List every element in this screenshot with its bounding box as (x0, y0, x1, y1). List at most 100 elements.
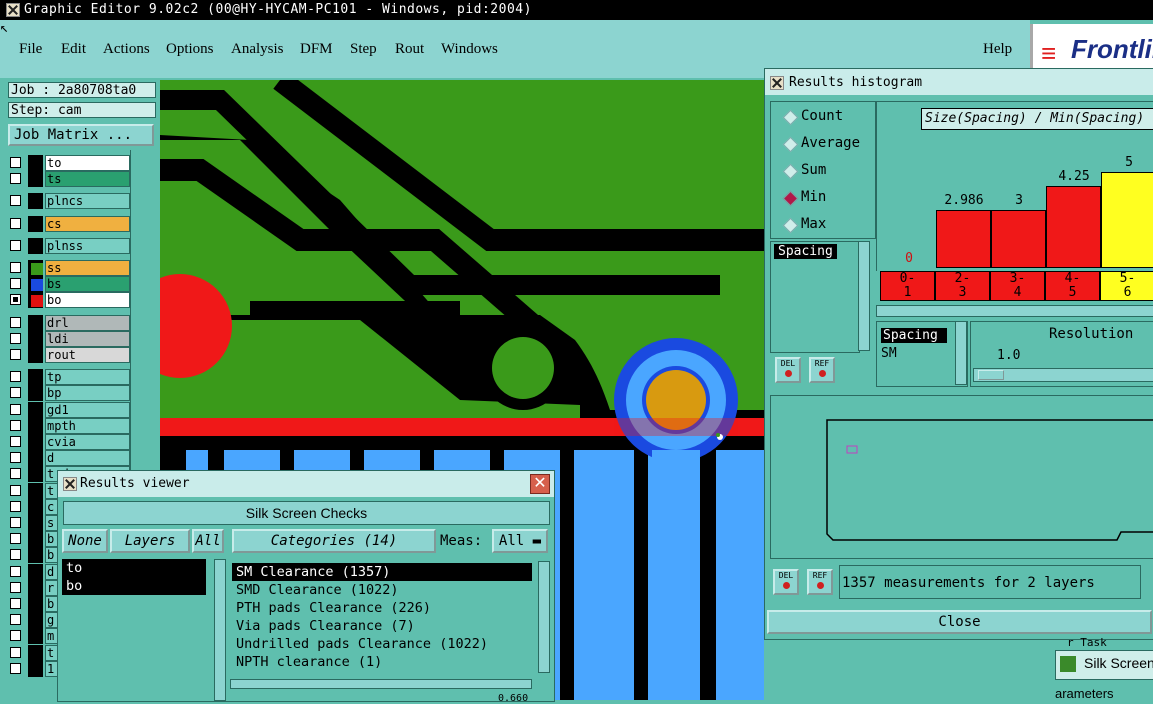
layer-color-swatch[interactable] (28, 579, 43, 596)
menu-help[interactable]: Help (983, 41, 1012, 58)
layer-color-swatch[interactable] (28, 347, 43, 363)
layer-color-swatch[interactable] (28, 547, 43, 564)
layer-row-plnss[interactable]: plnss (10, 237, 130, 254)
layer-name[interactable]: plncs (45, 193, 130, 210)
layer-row-cs[interactable]: cs (10, 215, 130, 232)
field-list[interactable]: Spacing (770, 241, 860, 353)
layer-checkbox[interactable] (10, 419, 21, 431)
layers-button[interactable]: Layers (110, 529, 190, 553)
ref-button-2[interactable]: REF (807, 569, 833, 595)
layer-name[interactable]: plnss (45, 237, 130, 254)
layer-checkbox[interactable] (10, 452, 21, 464)
list-item[interactable]: to (62, 559, 206, 577)
layer-checkbox[interactable] (10, 646, 21, 658)
layer-name[interactable]: drl (45, 314, 130, 331)
window-icon[interactable] (770, 76, 784, 90)
layer-color-swatch[interactable] (28, 466, 43, 483)
layer-name[interactable]: rout (45, 347, 130, 363)
del-button[interactable]: DEL (775, 357, 801, 383)
layer-color-swatch[interactable] (28, 330, 43, 347)
menu-options[interactable]: Options (166, 41, 214, 58)
none-button[interactable]: None (62, 529, 108, 553)
layer-checkbox[interactable] (10, 262, 21, 273)
layer-checkbox[interactable] (10, 500, 21, 512)
layer-checkbox[interactable] (10, 403, 21, 415)
layer-name[interactable]: to (45, 155, 130, 171)
layer-checkbox[interactable] (10, 484, 21, 496)
bin-label[interactable]: 4- 5 (1045, 271, 1100, 301)
layer-color-swatch[interactable] (28, 369, 43, 386)
layer-checkbox[interactable] (10, 565, 21, 577)
category-item-undrilled-clearance[interactable]: Undrilled pads Clearance (1022) (232, 635, 532, 653)
del-button-2[interactable]: DEL (773, 569, 799, 595)
layer-checkbox[interactable] (10, 436, 21, 447)
layer-checkbox[interactable] (10, 195, 21, 207)
layer-name[interactable]: tp (45, 369, 130, 386)
layer-name[interactable]: d (45, 450, 130, 467)
layer-row-ts[interactable]: ts (10, 171, 130, 188)
layer-color-swatch[interactable] (28, 498, 43, 515)
layer-name[interactable]: bs (45, 276, 130, 293)
layer-color-swatch[interactable] (28, 171, 43, 188)
slider-handle[interactable] (978, 370, 1004, 380)
all-button[interactable]: All (192, 529, 224, 553)
layer-row-drl[interactable]: drl (10, 314, 130, 331)
categories-button[interactable]: Categories (14) (232, 529, 436, 553)
layer-checkbox[interactable] (10, 217, 21, 229)
window-icon[interactable] (63, 477, 77, 491)
layer-color-swatch[interactable] (28, 385, 43, 402)
layer-color-swatch[interactable] (28, 596, 43, 612)
layer-name[interactable]: ts (45, 171, 130, 188)
layer-name[interactable]: mpth (45, 417, 130, 434)
layer-name[interactable]: cs (45, 215, 130, 232)
menu-rout[interactable]: Rout (395, 41, 424, 58)
layer-row-gd1[interactable]: gd1 (10, 401, 130, 418)
layer-color-swatch[interactable] (28, 292, 43, 309)
layer-checkbox[interactable] (10, 157, 21, 168)
results-histogram-titlebar[interactable]: Results histogram (765, 69, 1153, 95)
layer-color-swatch[interactable] (28, 515, 43, 531)
menu-analysis[interactable]: Analysis (231, 41, 284, 58)
layer-color-swatch[interactable] (28, 434, 43, 450)
category-item-pth-clearance[interactable]: PTH pads Clearance (226) (232, 599, 532, 617)
layer-color-swatch[interactable] (28, 237, 43, 254)
layer-checkbox[interactable] (10, 662, 21, 674)
layer-row-d[interactable]: d (10, 450, 130, 467)
layer-checkbox[interactable] (10, 278, 21, 290)
category-item-via-clearance[interactable]: Via pads Clearance (7) (232, 617, 532, 635)
layer-color-swatch[interactable] (28, 155, 43, 171)
histogram-hscrollbar[interactable] (876, 305, 1153, 317)
layer-row-rout[interactable]: rout (10, 347, 130, 363)
layer-checkbox[interactable] (10, 581, 21, 593)
layer-name[interactable]: ldi (45, 330, 130, 347)
bin-label[interactable]: 5- 6 (1100, 271, 1153, 301)
ref-button[interactable]: REF (809, 357, 835, 383)
layer-color-swatch[interactable] (28, 531, 43, 548)
layer-row-bp[interactable]: bp (10, 385, 130, 402)
layer-checkbox[interactable] (10, 387, 21, 399)
layer-color-swatch[interactable] (28, 628, 43, 645)
menu-edit[interactable]: Edit (61, 41, 86, 58)
layer-name[interactable]: bo (45, 292, 130, 309)
bin-label[interactable]: 3- 4 (990, 271, 1045, 301)
job-matrix-button[interactable]: Job Matrix ... (8, 124, 154, 146)
layer-color-swatch[interactable] (28, 563, 43, 580)
window-icon[interactable] (6, 3, 20, 17)
layer-color-swatch[interactable] (28, 401, 43, 418)
layer-checkbox[interactable] (10, 349, 21, 360)
layer-list-scrollbar[interactable] (214, 559, 226, 701)
layer-color-swatch[interactable] (28, 660, 43, 677)
histogram-bar[interactable] (936, 210, 991, 268)
spacing-scrollbar[interactable] (955, 321, 967, 385)
layer-checkbox[interactable] (10, 533, 21, 545)
layer-checkbox[interactable] (10, 332, 21, 344)
layer-row-bs[interactable]: bs (10, 276, 130, 293)
category-list[interactable]: SM Clearance (1357) SMD Clearance (1022)… (232, 563, 532, 673)
layer-row-to[interactable]: to (10, 155, 130, 171)
layer-checkbox[interactable] (10, 630, 21, 642)
layer-checkbox[interactable] (10, 468, 21, 480)
layer-row-plncs[interactable]: plncs (10, 193, 130, 210)
histogram-bar[interactable] (1101, 172, 1153, 268)
meas-select[interactable]: All ▬ (492, 529, 548, 553)
category-item-sm-clearance[interactable]: SM Clearance (1357) (232, 563, 532, 581)
